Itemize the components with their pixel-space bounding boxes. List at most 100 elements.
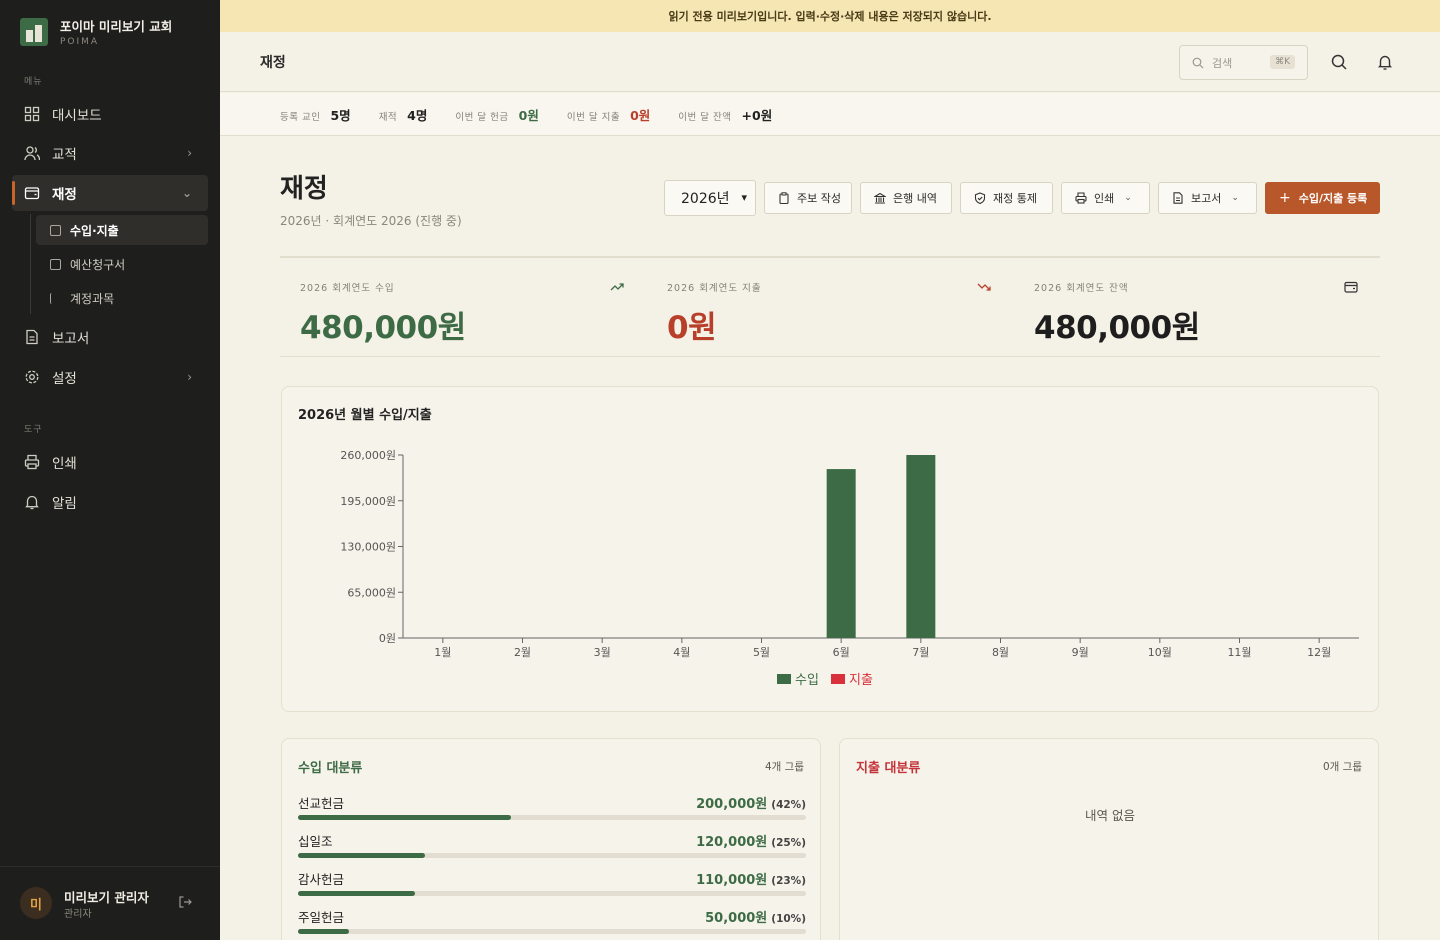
sidebar-subitem-label: 예산청구서 — [70, 257, 126, 272]
category-progress-track — [298, 815, 806, 820]
report-dropdown-button[interactable]: 보고서 ⌄ — [1158, 182, 1257, 214]
year-select[interactable]: 2026년 ▾ — [664, 180, 756, 216]
bar-income — [906, 455, 936, 638]
sidebar-item-reports[interactable]: 보고서 — [12, 319, 208, 355]
button-label: 은행 내역 — [893, 192, 937, 205]
logout-icon[interactable] — [178, 895, 192, 909]
category-progress-track — [298, 929, 806, 934]
monthly-bar-chart: 0원 65,000원 130,000원 195,000원 260,000원 1월 2월 3월 4… — [340, 449, 1359, 688]
chart-title: 2026년 월별 수입/지출 — [298, 408, 432, 423]
income-category-title: 수입 대분류 — [298, 761, 363, 776]
kpi-income: 2026 회계연도 수입 480,000원 — [280, 258, 646, 358]
finance-control-button[interactable]: 재정 통제 — [960, 182, 1053, 214]
stat-enrolled: 재적 4명 — [379, 105, 428, 124]
user-role: 관리자 — [64, 909, 92, 920]
category-progress-fill — [298, 853, 425, 858]
list-item: 주일헌금 50,000원 (10%) — [298, 907, 806, 940]
clipboard-icon — [779, 192, 789, 204]
category-percent: (42%) — [771, 799, 806, 811]
category-percent: (25%) — [771, 837, 806, 849]
brand-name: 포이마 미리보기 교회 — [60, 19, 173, 34]
sidebar-subitem-label: 계정과목 — [70, 291, 115, 306]
register-income-expense-button[interactable]: + 수입/지출 등록 — [1265, 182, 1380, 214]
stat-value: 4명 — [407, 107, 428, 123]
category-amount: 50,000원 (10%) — [705, 907, 806, 926]
user-name: 미리보기 관리자 — [64, 890, 149, 905]
sidebar-subitem-budget-request[interactable]: 예산청구서 — [36, 249, 208, 279]
bell-icon[interactable] — [1376, 53, 1394, 71]
chevron-down-icon: ▾ — [741, 191, 747, 204]
wallet-icon — [24, 187, 40, 200]
kpi-expense: 2026 회계연도 지출 0원 — [647, 258, 1013, 358]
y-tick-label: 65,000원 — [347, 586, 396, 599]
sidebar-item-dashboard[interactable]: 대시보드 — [12, 96, 208, 132]
list-item: 선교헌금 200,000원 (42%) — [298, 793, 806, 831]
stat-value: 0원 — [630, 107, 651, 123]
search-input[interactable]: 검색 ⌘K — [1179, 45, 1308, 80]
wallet-icon — [1344, 281, 1358, 293]
category-amount: 110,000원 (23%) — [696, 869, 806, 888]
sidebar-item-label: 재정 — [52, 187, 77, 203]
category-percent: (10%) — [771, 913, 806, 925]
y-tick-label: 130,000원 — [340, 541, 396, 554]
button-label: 재정 통제 — [993, 192, 1037, 205]
category-amount-value: 200,000원 — [696, 797, 768, 812]
x-tick-label: 4월 — [673, 646, 690, 659]
printer-icon — [1075, 192, 1087, 204]
category-progress-track — [298, 853, 806, 858]
category-progress-fill — [298, 815, 512, 820]
brand-sub: POIMA — [60, 37, 100, 47]
document-icon — [26, 329, 38, 345]
category-progress-fill — [298, 929, 349, 934]
chevron-down-icon: ⌄ — [1231, 193, 1239, 203]
chevron-down-icon: ⌄ — [181, 186, 192, 200]
summary-stats-bar: 등록 교인 5명 재적 4명 이번 달 헌금 0원 이번 달 지출 0원 이번 … — [220, 93, 1440, 136]
legend-label: 수입 — [795, 673, 819, 688]
sidebar-item-members[interactable]: 교적 › — [12, 135, 208, 171]
button-label: 인쇄 — [1094, 192, 1115, 205]
empty-state-text: 내역 없음 — [1085, 808, 1135, 823]
y-tick-label: 195,000원 — [340, 495, 396, 508]
list-item: 십일조 120,000원 (25%) — [298, 831, 806, 869]
x-tick-label: 1월 — [434, 646, 451, 659]
y-tick-label: 260,000원 — [340, 449, 396, 462]
search-placeholder: 검색 — [1212, 56, 1233, 70]
sidebar-subitem-accounts[interactable]: 계정과목 — [36, 283, 208, 313]
bank-icon — [874, 192, 886, 204]
stat-value: +0원 — [741, 107, 773, 123]
stat-label: 이번 달 잔액 — [678, 111, 732, 123]
stat-label: 재적 — [378, 111, 398, 123]
menu-section-label: 메뉴 — [24, 77, 43, 87]
bank-history-button[interactable]: 은행 내역 — [860, 182, 952, 214]
kpi-value: 480,000원 — [300, 310, 466, 346]
print-dropdown-button[interactable]: 인쇄 ⌄ — [1061, 182, 1150, 214]
y-tick-label: 0원 — [379, 632, 396, 645]
legend-label: 지출 — [849, 673, 873, 688]
sidebar-item-print[interactable]: 인쇄 — [12, 444, 208, 480]
sidebar-item-finance[interactable]: 재정 ⌄ — [12, 175, 208, 211]
sidebar-item-label: 알림 — [52, 496, 77, 512]
avatar[interactable]: 미 — [20, 887, 52, 919]
category-amount: 120,000원 (25%) — [696, 831, 806, 850]
trend-up-icon — [610, 283, 624, 291]
sidebar-item-settings[interactable]: 설정 › — [12, 359, 208, 395]
weekly-bulletin-button[interactable]: 주보 작성 — [764, 182, 852, 214]
sidebar-item-label: 보고서 — [52, 331, 90, 347]
brand[interactable]: 포이마 미리보기 교회 POIMA — [20, 16, 172, 47]
kpi-value: 480,000원 — [1034, 310, 1200, 346]
stat-month-offering: 이번 달 헌금 0원 — [455, 105, 538, 124]
monthly-chart-card: 0원 65,000원 130,000원 195,000원 260,000원 1월 2월 3월 4… — [281, 386, 1379, 712]
tools-section-label: 도구 — [24, 425, 43, 435]
list-item: 감사헌금 110,000원 (23%) — [298, 869, 806, 907]
header-title: 재정 — [260, 55, 286, 71]
search-icon[interactable] — [1330, 53, 1348, 71]
legend-swatch — [777, 674, 791, 684]
users-icon — [24, 146, 40, 161]
expense-category-title: 지출 대분류 — [856, 761, 921, 776]
stat-month-expense: 이번 달 지출 0원 — [567, 105, 650, 124]
sidebar-subitem-income-expense[interactable]: 수입·지출 — [36, 215, 208, 245]
sidebar-item-notifications[interactable]: 알림 — [12, 484, 208, 520]
bar-income — [826, 469, 856, 638]
stat-label: 이번 달 지출 — [566, 111, 621, 123]
expense-category-card: 지출 대분류 0개 그룹 내역 없음 — [839, 738, 1379, 940]
